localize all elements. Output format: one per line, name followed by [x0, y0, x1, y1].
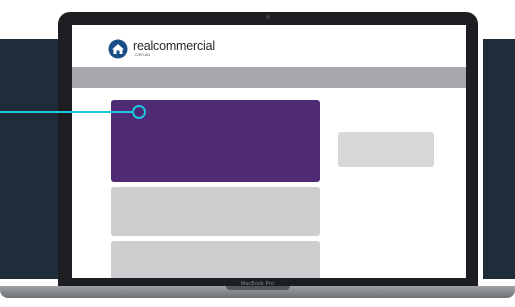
laptop-screen: realcommercial .com.au [72, 25, 466, 278]
sidebar-box [338, 132, 434, 167]
navigation-bar [72, 67, 466, 88]
listing-card[interactable] [111, 187, 320, 236]
logo-domain: .com.au [134, 52, 151, 57]
listing-card[interactable] [111, 241, 320, 278]
site-header: realcommercial .com.au [72, 25, 466, 67]
camera-icon [266, 15, 270, 19]
device-label: MacBook Pro [240, 281, 275, 287]
left-background-panel [0, 39, 62, 279]
callout-dot-icon [132, 105, 146, 119]
logo-name: realcommercial [133, 39, 215, 53]
callout-line [0, 111, 132, 113]
house-icon [108, 39, 128, 59]
right-background-panel [483, 39, 515, 279]
